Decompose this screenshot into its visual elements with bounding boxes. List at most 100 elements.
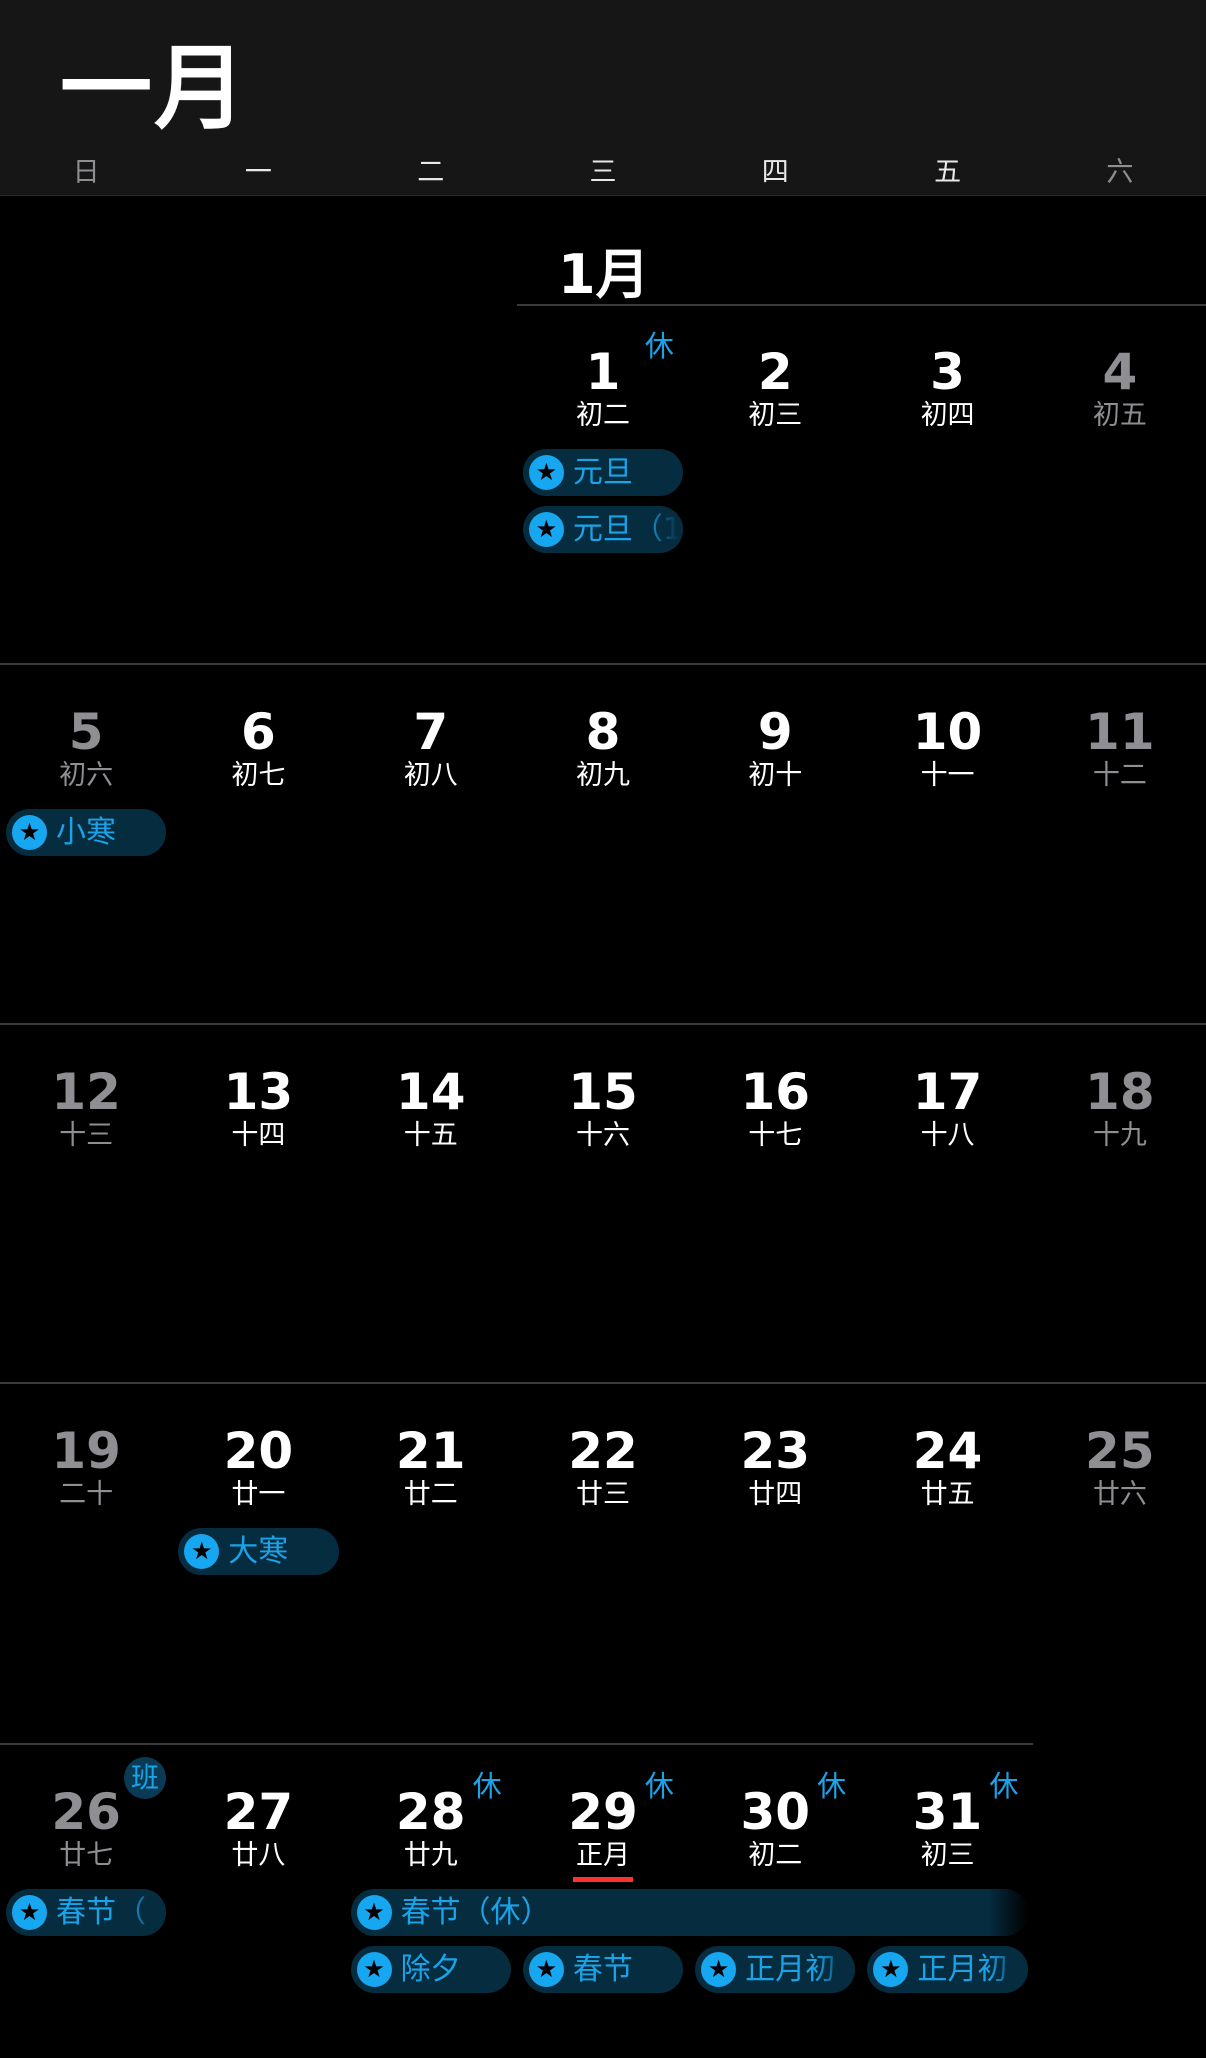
- lunar-date: 廿七: [59, 1840, 114, 1871]
- day-cell-11[interactable]: 11 十二: [1034, 665, 1206, 825]
- holiday-badge: 休: [817, 1769, 847, 1803]
- holiday-badge: 休: [989, 1769, 1019, 1803]
- event-pill[interactable]: ★ 春节（休）: [350, 1889, 1028, 1936]
- day-cell-10[interactable]: 10 十一: [861, 665, 1033, 825]
- event-label: 元旦: [572, 455, 633, 490]
- day-cell-28[interactable]: 28 廿九休: [345, 1745, 517, 1905]
- event-label: 春节: [572, 1952, 633, 1987]
- day-cell-29[interactable]: 29 正月休: [517, 1745, 689, 1905]
- day-cell-14[interactable]: 14 十五: [345, 1025, 517, 1185]
- day-number: 10: [912, 703, 983, 761]
- event-label: 除夕: [400, 1952, 461, 1987]
- day-number: 25: [1085, 1422, 1155, 1480]
- day-cell-3[interactable]: 3 初四: [861, 305, 1033, 465]
- event-pill[interactable]: ★ 元旦: [522, 449, 684, 496]
- event-pill[interactable]: ★ 春节: [522, 1946, 684, 1993]
- lunar-date: 十九: [1092, 1120, 1147, 1151]
- day-cell-23[interactable]: 23 廿四: [689, 1384, 861, 1544]
- day-cell-6[interactable]: 6 初七: [172, 665, 344, 825]
- holiday-badge: 休: [644, 329, 674, 363]
- lunar-date: 十五: [403, 1120, 458, 1151]
- event-pill[interactable]: ★ 元旦（1: [522, 506, 684, 553]
- day-number: 14: [395, 1063, 466, 1121]
- day-cell-30[interactable]: 30 初二休: [689, 1745, 861, 1905]
- day-cell-18[interactable]: 18 十九: [1034, 1025, 1206, 1185]
- lunar-date: 廿六: [1092, 1479, 1147, 1510]
- day-cell-27[interactable]: 27 廿八: [172, 1745, 344, 1905]
- day-number: 2: [757, 343, 793, 401]
- lunar-date: 廿五: [920, 1479, 975, 1510]
- star-icon: ★: [356, 1952, 392, 1987]
- star-icon: ★: [528, 1952, 564, 1987]
- day-cell-21[interactable]: 21 廿二: [345, 1384, 517, 1544]
- day-number: 9: [757, 703, 793, 761]
- day-cell-16[interactable]: 16 十七: [689, 1025, 861, 1185]
- day-number: 24: [912, 1422, 983, 1480]
- day-cell-7[interactable]: 7 初八: [345, 665, 517, 825]
- day-number: 7: [413, 703, 449, 761]
- lunar-date: 初四: [920, 400, 975, 431]
- event-pill[interactable]: ★ 小寒: [6, 809, 167, 856]
- day-cell-5[interactable]: 5 初六: [0, 665, 172, 825]
- day-cell-25[interactable]: 25 廿六: [1034, 1384, 1206, 1544]
- day-cell-13[interactable]: 13 十四: [172, 1025, 344, 1185]
- event-pill[interactable]: ★ 正月初: [695, 1946, 856, 1993]
- event-pill[interactable]: ★ 正月初: [867, 1946, 1028, 1993]
- day-number: 21: [395, 1422, 466, 1480]
- weekday-label: 一: [244, 157, 272, 188]
- day-cell-17[interactable]: 17 十八: [861, 1025, 1033, 1185]
- weekday-label: 五: [934, 157, 962, 188]
- lunar-date: 十一: [920, 760, 975, 791]
- star-icon: ★: [528, 512, 564, 547]
- event-pill[interactable]: ★ 除夕: [350, 1946, 511, 1993]
- workday-badge: 班: [124, 1757, 166, 1799]
- page-title: 一月: [60, 35, 249, 142]
- lunar-date: 十三: [59, 1120, 114, 1151]
- day-cell-24[interactable]: 24 廿五: [861, 1384, 1033, 1544]
- lunar-date: 初三: [920, 1840, 975, 1871]
- holiday-badge: 休: [472, 1769, 502, 1803]
- lunar-date: 廿三: [575, 1479, 630, 1510]
- lunar-date: 初八: [403, 760, 458, 791]
- weekday-label: 二: [417, 157, 445, 188]
- event-label: 小寒: [56, 815, 116, 850]
- day-cell-31[interactable]: 31 初三休: [861, 1745, 1033, 1905]
- day-cell-20[interactable]: 20 廿一: [172, 1384, 344, 1544]
- lunar-date: 廿二: [403, 1479, 458, 1510]
- lunar-date: 廿一: [231, 1479, 286, 1510]
- day-cell-26[interactable]: 26 廿七班: [0, 1745, 172, 1905]
- lunar-date: 十二: [1092, 760, 1147, 791]
- day-cell-1[interactable]: 1 初二休: [517, 305, 689, 465]
- day-number: 6: [241, 703, 276, 761]
- weekday-label: 三: [589, 157, 617, 188]
- calendar-header: 一月 日 一 二 三 四 五 六: [0, 0, 1206, 196]
- day-cell-15[interactable]: 15 十六: [517, 1025, 689, 1185]
- lunar-date: 廿四: [748, 1479, 803, 1510]
- event-pill[interactable]: ★ 大寒: [178, 1528, 339, 1575]
- day-number: 4: [1102, 343, 1138, 401]
- day-cell-4[interactable]: 4 初五: [1034, 305, 1206, 465]
- weekday-label: 日: [72, 157, 100, 188]
- day-number: 19: [51, 1422, 121, 1480]
- day-cell-9[interactable]: 9 初十: [689, 665, 861, 825]
- event-pill[interactable]: ★ 春节（: [6, 1889, 167, 1936]
- lunar-date: 初六: [59, 760, 114, 791]
- day-cell-22[interactable]: 22 廿三: [517, 1384, 689, 1544]
- lunar-date: 廿八: [231, 1840, 286, 1871]
- day-cell-12[interactable]: 12 十三: [0, 1025, 172, 1185]
- event-label: 春节（: [56, 1895, 146, 1930]
- day-cell-8[interactable]: 8 初九: [517, 665, 689, 825]
- star-icon: ★: [356, 1895, 392, 1930]
- star-icon: ★: [184, 1534, 220, 1569]
- day-cell-2[interactable]: 2 初三: [689, 305, 861, 465]
- day-number: 15: [568, 1063, 638, 1121]
- day-cell-19[interactable]: 19 二十: [0, 1384, 172, 1544]
- lunar-date: 初十: [748, 760, 803, 791]
- day-number: 20: [223, 1422, 294, 1480]
- lunar-date: 十八: [920, 1120, 975, 1151]
- lunar-date: 初九: [575, 760, 630, 791]
- today-indicator: [572, 1877, 633, 1882]
- event-label: 大寒: [228, 1534, 289, 1569]
- star-icon: ★: [528, 455, 564, 490]
- day-number: 16: [740, 1063, 811, 1121]
